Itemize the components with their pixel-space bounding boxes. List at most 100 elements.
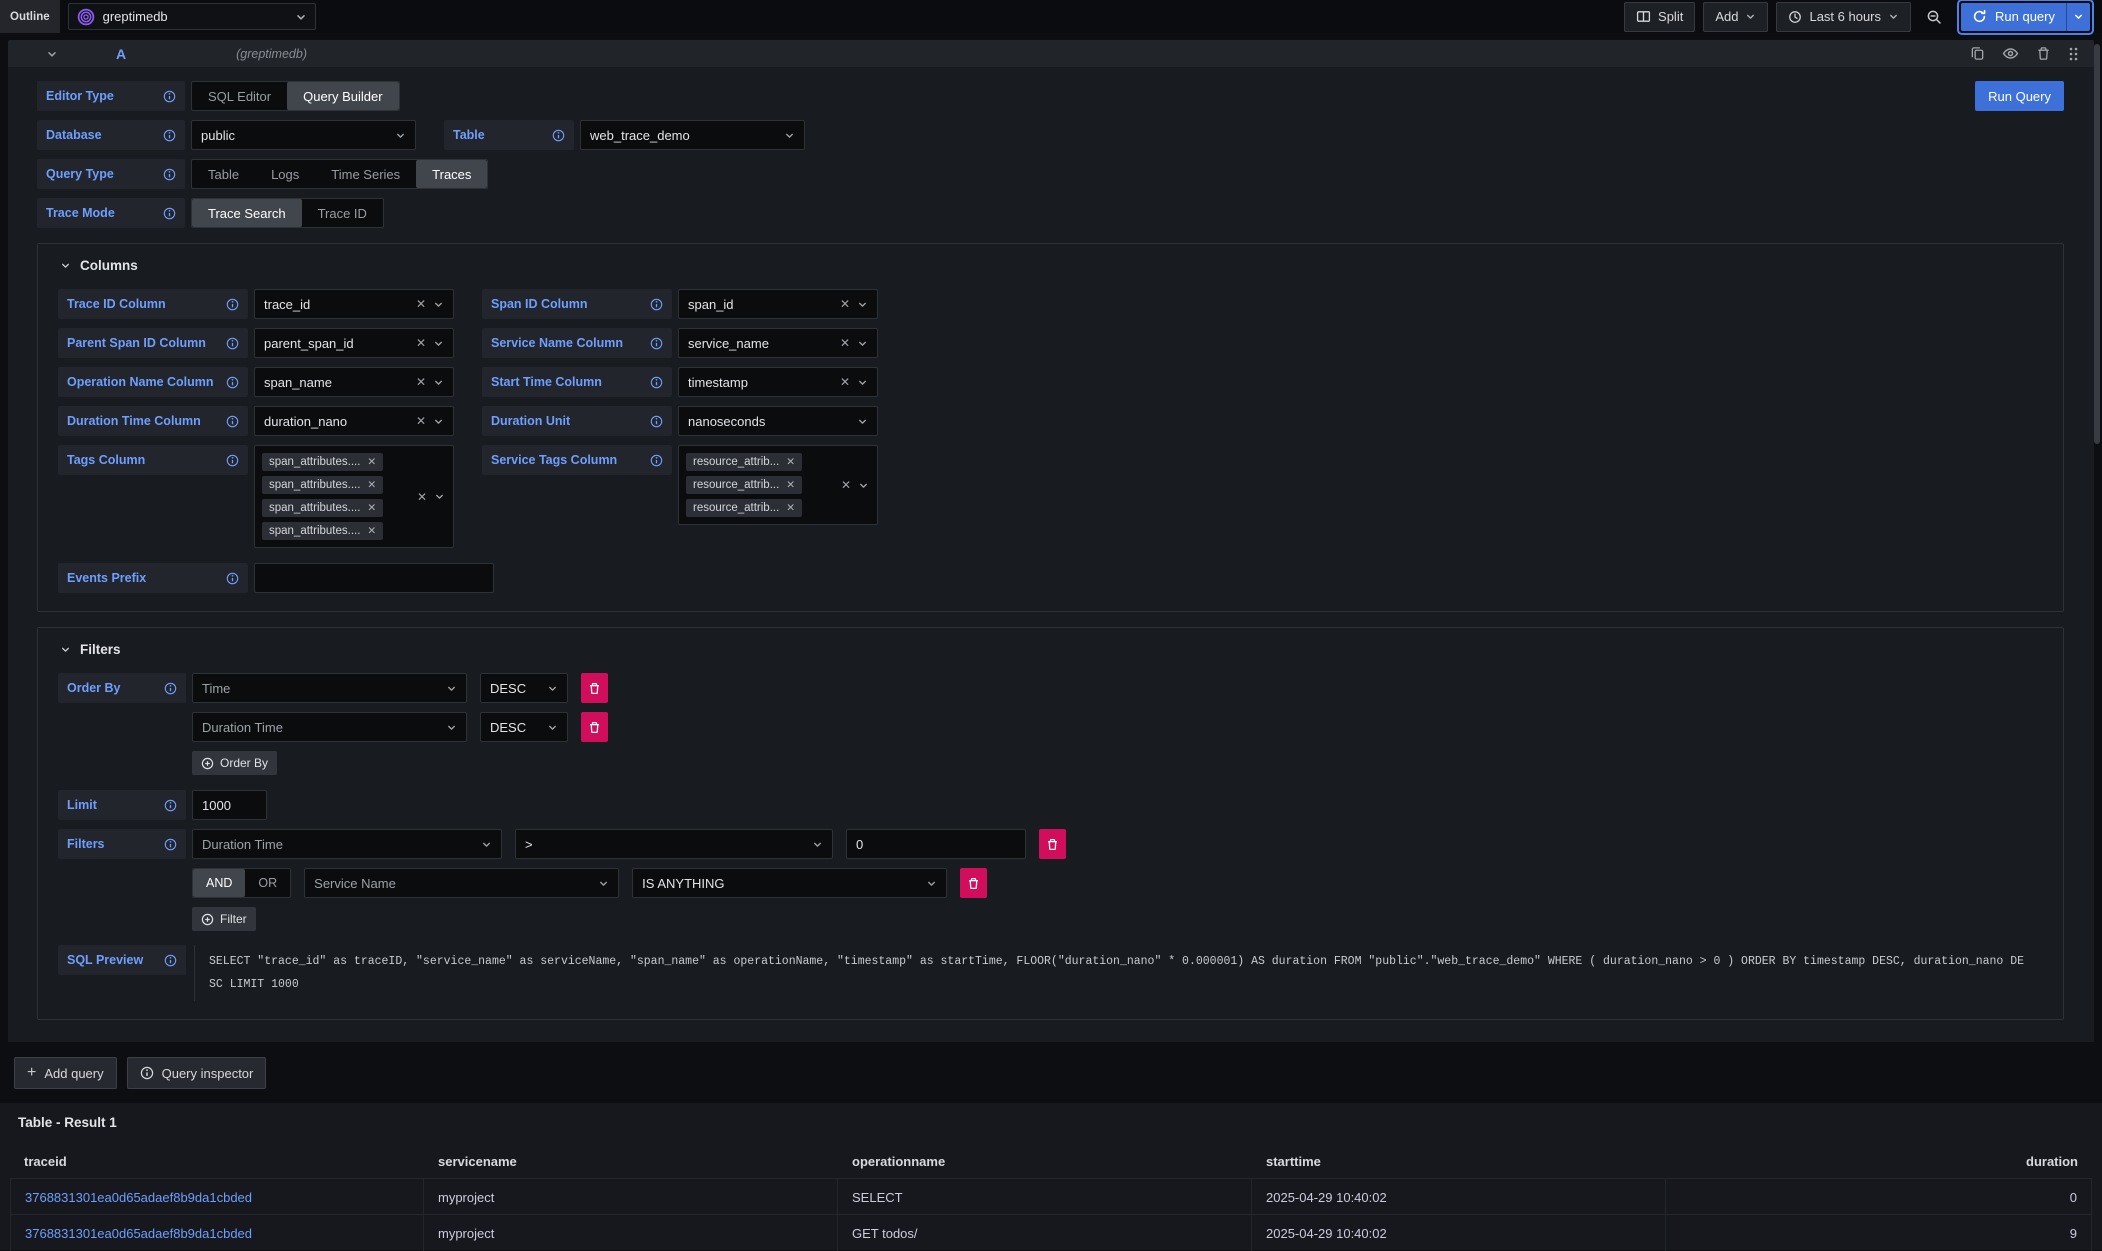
info-icon[interactable] bbox=[164, 838, 177, 851]
filter-value-input[interactable] bbox=[846, 829, 1026, 859]
chevron-down-icon[interactable] bbox=[433, 299, 444, 310]
add-filter-button[interactable]: Filter bbox=[192, 907, 256, 931]
column-header-duration[interactable]: duration bbox=[1666, 1154, 2092, 1169]
info-icon[interactable] bbox=[650, 415, 663, 428]
trace-link[interactable]: 3768831301ea0d65adaef8b9da1cbded bbox=[25, 1190, 252, 1205]
service-tags-column-multiselect[interactable]: resource_attrib...✕ resource_attrib...✕ … bbox=[678, 445, 878, 525]
filter-field-select[interactable]: Duration Time bbox=[192, 829, 502, 859]
collapse-chevron-icon[interactable] bbox=[60, 260, 71, 271]
trace-link[interactable]: 3768831301ea0d65adaef8b9da1cbded bbox=[25, 1226, 252, 1241]
remove-chip-icon[interactable]: ✕ bbox=[786, 502, 795, 514]
table-select[interactable]: web_trace_demo bbox=[580, 120, 805, 150]
start-time-column-select[interactable]: timestamp✕ bbox=[678, 367, 878, 397]
info-icon[interactable] bbox=[650, 298, 663, 311]
info-icon[interactable] bbox=[650, 454, 663, 467]
scrollbar[interactable] bbox=[2094, 44, 2100, 444]
tab-sql-editor[interactable]: SQL Editor bbox=[192, 82, 287, 110]
order-by-direction-select-2[interactable]: DESC bbox=[480, 712, 568, 742]
columns-section-header[interactable]: Columns bbox=[60, 258, 2043, 273]
chevron-down-icon[interactable] bbox=[433, 377, 444, 388]
chevron-down-icon[interactable] bbox=[481, 839, 492, 850]
remove-chip-icon[interactable]: ✕ bbox=[786, 456, 795, 468]
zoom-out-icon[interactable] bbox=[1919, 2, 1949, 32]
info-icon[interactable] bbox=[163, 168, 176, 181]
remove-order-by-button[interactable] bbox=[581, 673, 608, 703]
span-id-column-select[interactable]: span_id✕ bbox=[678, 289, 878, 319]
datasource-picker[interactable]: greptimedb bbox=[68, 3, 316, 30]
remove-chip-icon[interactable]: ✕ bbox=[786, 479, 795, 491]
filter-operator-select[interactable]: > bbox=[515, 829, 833, 859]
filter-field-select-2[interactable]: Service Name bbox=[304, 868, 619, 898]
info-icon[interactable] bbox=[552, 129, 565, 142]
remove-filter-button-2[interactable] bbox=[960, 868, 987, 898]
add-button[interactable]: Add bbox=[1703, 2, 1768, 32]
operation-name-column-select[interactable]: span_name✕ bbox=[254, 367, 454, 397]
query-inspector-button[interactable]: Query inspector bbox=[127, 1057, 267, 1089]
duration-unit-select[interactable]: nanoseconds bbox=[678, 406, 878, 436]
tags-column-multiselect[interactable]: span_attributes....✕ span_attributes....… bbox=[254, 445, 454, 548]
run-query-button[interactable]: Run query bbox=[1961, 3, 2066, 31]
query-row-header[interactable]: A (greptimedb) bbox=[8, 40, 2094, 67]
time-range-picker[interactable]: Last 6 hours bbox=[1776, 2, 1911, 32]
collapse-chevron-icon[interactable] bbox=[46, 48, 58, 60]
chevron-down-icon[interactable] bbox=[857, 377, 868, 388]
outline-button[interactable]: Outline bbox=[0, 0, 60, 33]
chevron-down-icon[interactable] bbox=[857, 416, 868, 427]
chevron-down-icon[interactable] bbox=[433, 416, 444, 427]
tab-trace-search[interactable]: Trace Search bbox=[192, 199, 302, 227]
clear-all-icon[interactable]: ✕ bbox=[417, 490, 427, 504]
chevron-down-icon[interactable] bbox=[858, 480, 869, 491]
chevron-down-icon[interactable] bbox=[857, 338, 868, 349]
info-icon[interactable] bbox=[226, 572, 239, 585]
chevron-down-icon[interactable] bbox=[812, 839, 823, 850]
chevron-down-icon[interactable] bbox=[446, 683, 457, 694]
chevron-down-icon[interactable] bbox=[926, 878, 937, 889]
info-icon[interactable] bbox=[164, 954, 177, 967]
filters-section-header[interactable]: Filters bbox=[60, 642, 2043, 657]
add-query-button[interactable]: + Add query bbox=[14, 1057, 117, 1089]
filter-operator-select-2[interactable]: IS ANYTHING bbox=[632, 868, 947, 898]
add-order-by-button[interactable]: Order By bbox=[192, 751, 277, 775]
drag-handle-icon[interactable] bbox=[2068, 46, 2078, 62]
run-query-panel-button[interactable]: Run Query bbox=[1975, 81, 2064, 111]
hide-query-eye-icon[interactable] bbox=[2002, 45, 2019, 62]
remove-query-trash-icon[interactable] bbox=[2036, 46, 2051, 61]
database-select[interactable]: public bbox=[191, 120, 416, 150]
chevron-down-icon[interactable] bbox=[547, 722, 558, 733]
clear-icon[interactable]: ✕ bbox=[416, 298, 426, 310]
info-icon[interactable] bbox=[650, 376, 663, 389]
remove-filter-button[interactable] bbox=[1039, 829, 1066, 859]
parent-span-id-column-select[interactable]: parent_span_id✕ bbox=[254, 328, 454, 358]
info-icon[interactable] bbox=[163, 90, 176, 103]
info-icon[interactable] bbox=[226, 415, 239, 428]
info-icon[interactable] bbox=[226, 454, 239, 467]
logic-and[interactable]: AND bbox=[193, 869, 245, 897]
service-name-column-select[interactable]: service_name✕ bbox=[678, 328, 878, 358]
tab-time-series[interactable]: Time Series bbox=[315, 160, 416, 188]
chevron-down-icon[interactable] bbox=[598, 878, 609, 889]
chevron-down-icon[interactable] bbox=[857, 299, 868, 310]
order-by-direction-select[interactable]: DESC bbox=[480, 673, 568, 703]
clear-all-icon[interactable]: ✕ bbox=[841, 478, 851, 492]
remove-chip-icon[interactable]: ✕ bbox=[367, 525, 376, 537]
tab-table[interactable]: Table bbox=[192, 160, 255, 188]
remove-chip-icon[interactable]: ✕ bbox=[367, 456, 376, 468]
duration-time-column-select[interactable]: duration_nano✕ bbox=[254, 406, 454, 436]
column-header-starttime[interactable]: starttime bbox=[1252, 1154, 1666, 1169]
tab-traces[interactable]: Traces bbox=[416, 160, 487, 188]
clear-icon[interactable]: ✕ bbox=[416, 415, 426, 427]
chevron-down-icon[interactable] bbox=[547, 683, 558, 694]
info-icon[interactable] bbox=[163, 129, 176, 142]
trace-id-column-select[interactable]: trace_id✕ bbox=[254, 289, 454, 319]
info-icon[interactable] bbox=[650, 337, 663, 350]
order-by-field-select[interactable]: Time bbox=[192, 673, 467, 703]
info-icon[interactable] bbox=[164, 682, 177, 695]
duplicate-query-icon[interactable] bbox=[1970, 46, 1985, 61]
column-header-servicename[interactable]: servicename bbox=[424, 1154, 838, 1169]
info-icon[interactable] bbox=[163, 207, 176, 220]
info-icon[interactable] bbox=[226, 376, 239, 389]
clear-icon[interactable]: ✕ bbox=[840, 298, 850, 310]
info-icon[interactable] bbox=[164, 799, 177, 812]
remove-chip-icon[interactable]: ✕ bbox=[367, 502, 376, 514]
chevron-down-icon[interactable] bbox=[434, 491, 445, 502]
